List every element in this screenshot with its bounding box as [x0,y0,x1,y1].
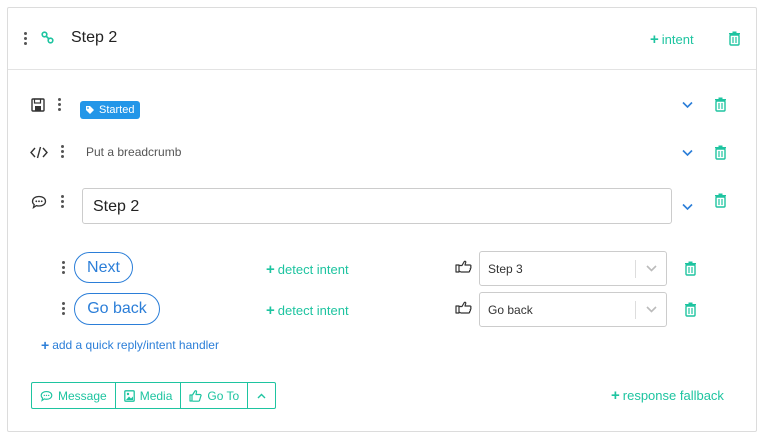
chevron-down-icon[interactable] [636,265,666,272]
breadcrumb-placeholder[interactable]: Put a breadcrumb [86,145,181,159]
quick-reply-drag-handle[interactable] [60,261,66,274]
detect-intent-button[interactable]: + detect intent [266,261,349,278]
quick-reply-drag-handle[interactable] [60,302,66,315]
goto-step-value: Go back [488,302,533,317]
delete-step-button[interactable] [728,31,741,46]
chat-bubble-icon [40,390,53,402]
thumbs-up-icon [189,389,203,402]
row-drag-handle[interactable] [59,145,65,158]
add-goto-button[interactable]: Go To [181,383,249,408]
delete-row-button[interactable] [714,145,727,160]
add-message-label: Message [58,388,107,403]
response-fallback-label: response fallback [622,388,724,403]
code-icon [30,146,48,159]
delete-row-button[interactable] [714,193,727,208]
chevron-down-icon[interactable] [682,101,693,109]
chevron-down-icon[interactable] [682,149,693,157]
quick-reply-button[interactable]: Next [74,252,133,283]
pointing-hand-icon [455,301,472,315]
add-media-button[interactable]: Media [116,383,182,408]
status-badge-label: Started [99,104,135,116]
chat-bubble-icon [31,195,47,209]
step-title[interactable]: Step 2 [71,29,117,47]
row-drag-handle[interactable] [56,98,62,111]
plus-icon: + [41,337,50,353]
trash-icon [685,261,696,276]
quick-reply-button[interactable]: Go back [74,293,160,325]
delete-quick-reply-button[interactable] [684,261,697,276]
response-fallback-button[interactable]: + response fallback [611,387,724,404]
message-text-field[interactable]: Step 2 [82,188,672,224]
add-intent-label: intent [661,32,694,47]
add-content-button-group: Message Media Go To [31,382,277,409]
chevron-down-icon[interactable] [636,306,666,313]
chevron-down-icon[interactable] [682,203,693,211]
add-intent-button[interactable]: + intent [650,31,694,48]
plus-icon: + [266,261,275,278]
add-quick-reply-label: add a quick reply/intent handler [52,338,219,352]
tag-icon [86,106,94,114]
message-text: Step 2 [93,198,140,215]
quick-reply-label: Next [87,258,120,276]
trash-icon [715,145,726,160]
row-drag-handle[interactable] [59,195,65,208]
detect-intent-label: detect intent [277,303,349,318]
detect-intent-button[interactable]: + detect intent [266,302,349,319]
image-icon [123,389,135,402]
plus-icon: + [266,302,275,319]
delete-quick-reply-button[interactable] [684,302,697,317]
goto-step-select[interactable]: Step 3 [479,251,667,286]
add-quick-reply-link[interactable]: + add a quick reply/intent handler [41,337,219,353]
step-drag-handle[interactable] [22,32,28,45]
add-goto-label: Go To [207,388,240,403]
step-header: Step 2 + intent [8,8,756,70]
trash-icon [715,193,726,208]
goto-step-value: Step 3 [488,261,523,276]
add-message-button[interactable]: Message [32,383,116,408]
pointing-hand-icon [455,260,472,274]
save-icon [31,98,45,112]
chevron-up-icon [257,393,266,398]
trash-icon [685,302,696,317]
add-media-label: Media [139,388,173,403]
quick-reply-label: Go back [87,300,147,317]
goto-step-select[interactable]: Go back [479,292,667,327]
step-card: Step 2 + intent Started Put a breadcrumb… [7,7,757,432]
plus-icon: + [650,31,659,48]
plus-icon: + [611,387,620,404]
detect-intent-label: detect intent [277,262,349,277]
status-badge: Started [80,101,141,119]
delete-row-button[interactable] [714,97,727,112]
trash-icon [715,97,726,112]
link-icon [41,31,54,44]
more-options-button[interactable] [248,383,275,408]
trash-icon [729,31,740,46]
